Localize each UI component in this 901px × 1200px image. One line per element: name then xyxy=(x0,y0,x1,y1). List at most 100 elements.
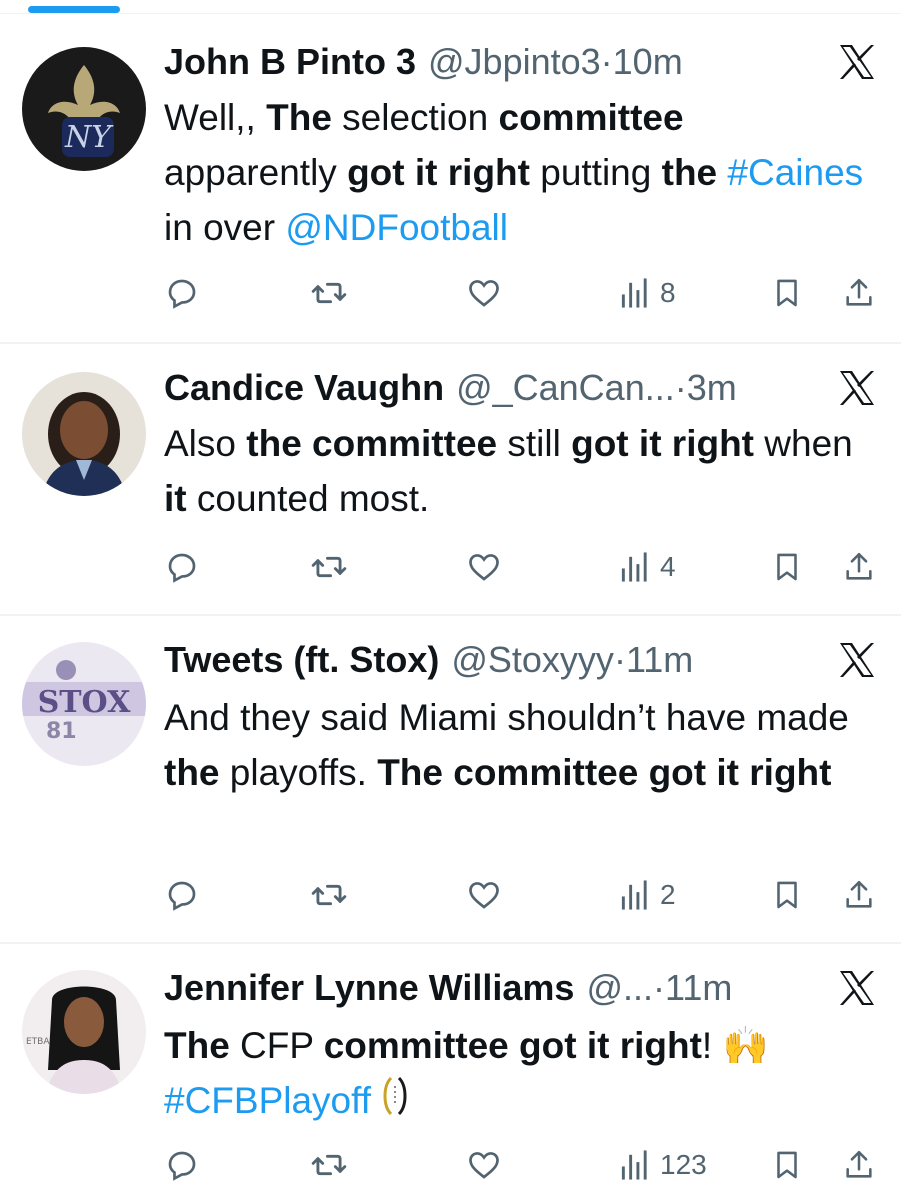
like-button[interactable] xyxy=(466,270,502,316)
bookmark-icon xyxy=(770,275,804,311)
text-segment: counted most. xyxy=(186,478,430,519)
share-icon xyxy=(842,549,876,585)
tweet-card[interactable]: ETBA Jennifer Lynne Williams @... · 11m … xyxy=(0,944,901,1200)
like-icon xyxy=(466,275,502,311)
tweet-header: Candice Vaughn @_CanCan... · 3m xyxy=(164,366,901,410)
bold-text: got it right xyxy=(571,423,754,464)
tweet-card[interactable]: Candice Vaughn @_CanCan... · 3m Also the… xyxy=(0,344,901,616)
retweet-button[interactable] xyxy=(310,544,348,590)
bold-text: the xyxy=(661,152,718,193)
text-segment: when xyxy=(754,423,853,464)
user-handle[interactable]: @... xyxy=(586,966,653,1010)
avatar[interactable]: STOX 81 xyxy=(22,642,146,766)
text-segment: in over xyxy=(164,207,286,248)
views-button[interactable]: 4 xyxy=(620,544,676,590)
like-button[interactable] xyxy=(466,872,502,918)
views-icon xyxy=(620,1149,650,1181)
like-button[interactable] xyxy=(466,544,502,590)
svg-text:81: 81 xyxy=(46,719,77,744)
bookmark-button[interactable] xyxy=(770,1142,804,1188)
display-name[interactable]: Jennifer Lynne Williams xyxy=(164,966,574,1010)
hashtag-link[interactable]: #Caines xyxy=(727,152,863,193)
bold-text: The xyxy=(266,97,332,138)
svg-text:ETBA: ETBA xyxy=(26,1037,50,1047)
action-bar: 2 xyxy=(164,872,880,918)
avatar[interactable]: NY xyxy=(22,47,146,171)
retweet-icon xyxy=(310,876,348,914)
separator-dot: · xyxy=(613,639,626,680)
share-button[interactable] xyxy=(842,1142,876,1188)
like-icon xyxy=(466,877,502,913)
share-button[interactable] xyxy=(842,270,876,316)
reply-button[interactable] xyxy=(164,1142,200,1188)
views-button[interactable]: 8 xyxy=(620,270,676,316)
bold-text: got it right xyxy=(347,152,530,193)
x-logo-icon xyxy=(837,42,877,82)
separator-dot: · xyxy=(600,41,613,82)
like-button[interactable] xyxy=(466,1142,502,1188)
bold-text: the xyxy=(164,752,220,793)
tweet-card[interactable]: STOX 81 Tweets (ft. Stox) @Stoxyyy · 11m… xyxy=(0,616,901,944)
text-segment: And they said Miami shouldn’t have made xyxy=(164,697,849,738)
separator-dot: · xyxy=(653,967,666,1008)
reply-button[interactable] xyxy=(164,544,200,590)
text-segment: Well,, xyxy=(164,97,267,138)
share-icon xyxy=(842,877,876,913)
views-button[interactable]: 123 xyxy=(620,1142,707,1188)
views-button[interactable]: 2 xyxy=(620,872,676,918)
display-name[interactable]: Candice Vaughn xyxy=(164,366,444,410)
tweet-card[interactable]: NY John B Pinto 3 @Jbpinto3 · 10m Well,,… xyxy=(0,14,901,344)
bookmark-button[interactable] xyxy=(770,544,804,590)
text-segment: putting xyxy=(529,152,662,193)
bold-text: committee xyxy=(498,97,684,138)
text-segment: playoffs. xyxy=(219,752,378,793)
tweet-header: John B Pinto 3 @Jbpinto3 · 10m xyxy=(164,40,901,84)
action-bar: 123 xyxy=(164,1142,880,1188)
action-bar: 8 xyxy=(164,270,880,316)
reply-icon xyxy=(164,549,200,585)
user-handle[interactable]: @Stoxyyy xyxy=(451,638,614,682)
hashtag-link[interactable]: #CFBPlayoff xyxy=(164,1080,371,1121)
bookmark-button[interactable] xyxy=(770,270,804,316)
share-button[interactable] xyxy=(842,544,876,590)
user-handle[interactable]: @Jbpinto3 xyxy=(428,40,601,84)
timestamp[interactable]: 10m xyxy=(613,40,683,84)
tweet-header: Tweets (ft. Stox) @Stoxyyy · 11m xyxy=(164,638,901,682)
tweet-text: And they said Miami shouldn’t have made … xyxy=(164,690,864,800)
avatar-text: STOX xyxy=(38,685,132,720)
cfp-trophy-icon xyxy=(381,1076,409,1131)
avatar[interactable] xyxy=(22,372,146,496)
user-handle[interactable]: @_CanCan... xyxy=(456,366,675,410)
reply-icon xyxy=(164,275,200,311)
bookmark-button[interactable] xyxy=(770,872,804,918)
timestamp[interactable]: 11m xyxy=(665,966,732,1010)
bold-text: the committee xyxy=(246,423,498,464)
views-count: 4 xyxy=(660,551,676,582)
bookmark-icon xyxy=(770,877,804,913)
share-button[interactable] xyxy=(842,872,876,918)
retweet-icon xyxy=(310,274,348,312)
retweet-icon xyxy=(310,548,348,586)
display-name[interactable]: John B Pinto 3 xyxy=(164,40,416,84)
reply-button[interactable] xyxy=(164,270,200,316)
timestamp[interactable]: 11m xyxy=(626,638,693,682)
text-segment xyxy=(371,1080,381,1121)
reply-button[interactable] xyxy=(164,872,200,918)
views-count: 123 xyxy=(660,1149,707,1180)
views-icon xyxy=(620,277,650,309)
reply-icon xyxy=(164,877,200,913)
x-logo-icon xyxy=(837,640,877,680)
retweet-button[interactable] xyxy=(310,1142,348,1188)
text-segment: selection xyxy=(331,97,499,138)
display-name[interactable]: Tweets (ft. Stox) xyxy=(164,638,439,682)
like-icon xyxy=(466,1147,502,1183)
bookmark-icon xyxy=(770,1147,804,1183)
mention-link[interactable]: @NDFootball xyxy=(285,207,508,248)
retweet-button[interactable] xyxy=(310,872,348,918)
timestamp[interactable]: 3m xyxy=(687,366,737,410)
x-logo-icon xyxy=(837,968,877,1008)
avatar[interactable]: ETBA xyxy=(22,970,146,1094)
retweet-button[interactable] xyxy=(310,270,348,316)
text-segment: ! 🙌 xyxy=(701,1025,769,1066)
separator-dot: · xyxy=(674,367,687,408)
